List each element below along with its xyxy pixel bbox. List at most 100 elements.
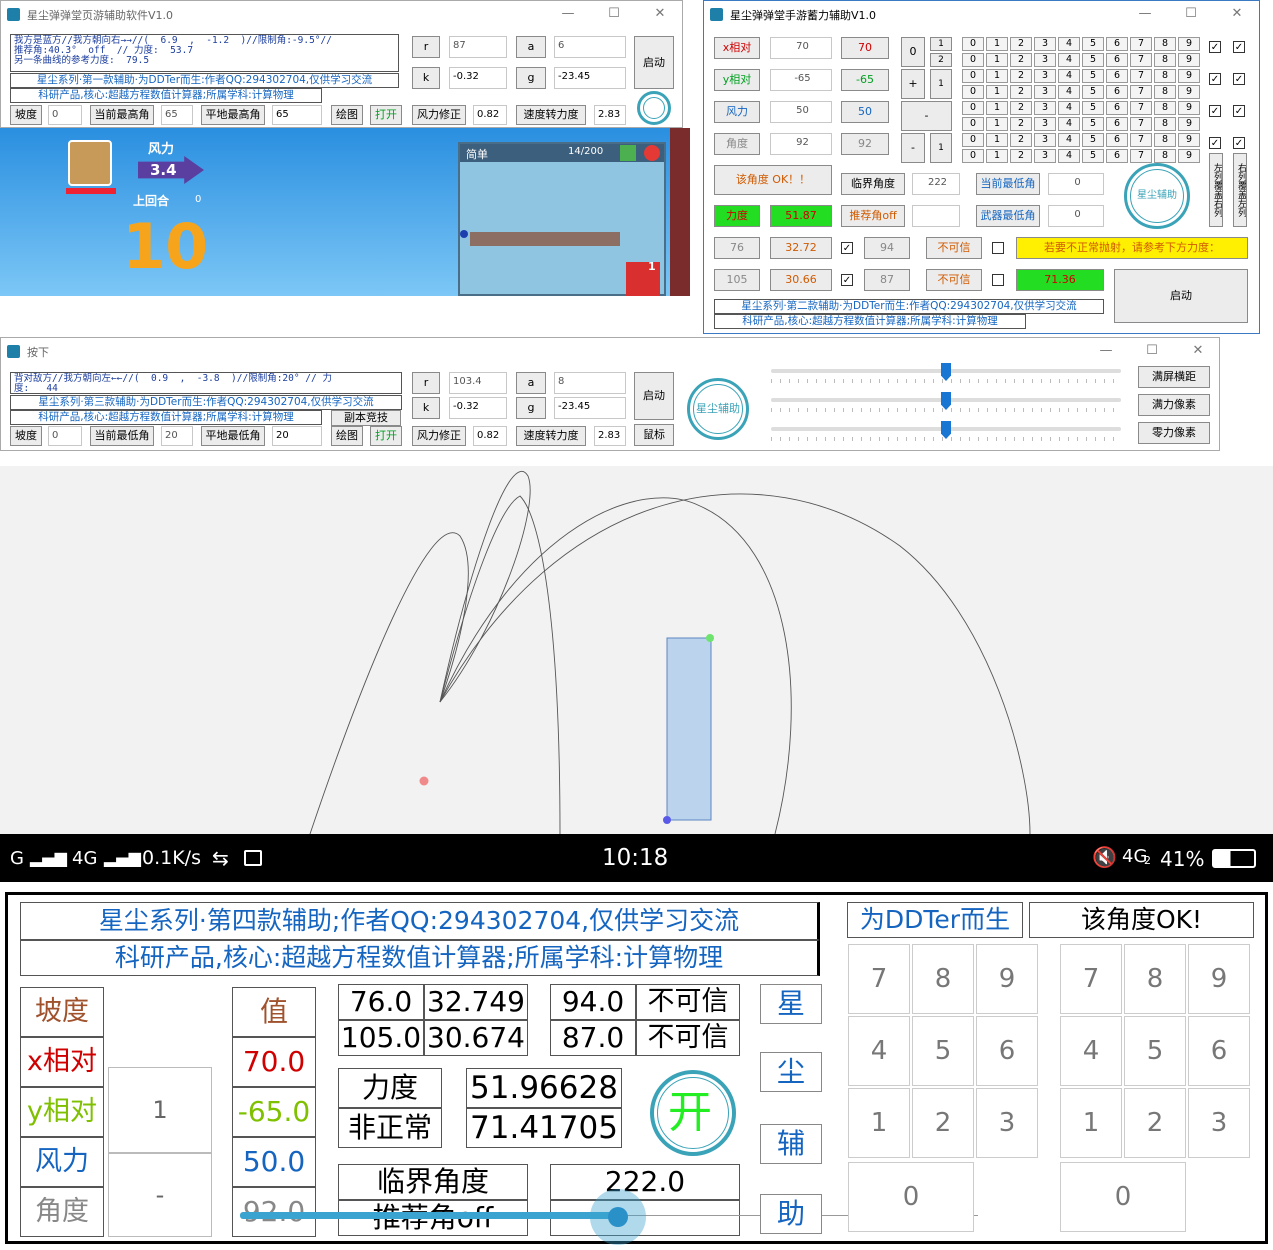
digit-button[interactable]: 9 bbox=[1178, 85, 1200, 99]
digit-button[interactable]: 6 bbox=[1106, 133, 1128, 147]
step-button[interactable]: 1 bbox=[108, 1067, 212, 1153]
keypad-zero[interactable]: 0 bbox=[848, 1162, 974, 1232]
minimize-icon[interactable]: — bbox=[1134, 5, 1156, 23]
recommend-angle-button[interactable]: 推荐角off bbox=[841, 205, 905, 227]
r-input[interactable]: 103.4 bbox=[449, 372, 507, 394]
digit-button[interactable]: 2 bbox=[1010, 117, 1032, 131]
digit-button[interactable]: 5 bbox=[1082, 101, 1104, 115]
x-input-1[interactable]: 70 bbox=[770, 37, 832, 59]
speed2force-input[interactable]: 2.83 bbox=[594, 426, 626, 446]
flat-min-input[interactable]: 20 bbox=[272, 426, 322, 446]
keypad-key[interactable]: 7 bbox=[1060, 944, 1122, 1014]
digit-button[interactable]: 3 bbox=[1034, 133, 1056, 147]
window-3-titlebar[interactable]: 按下 — ☐ ✕ bbox=[1, 338, 1219, 364]
keypad-zero[interactable]: 0 bbox=[1060, 1162, 1186, 1232]
digit-button[interactable]: 2 bbox=[1010, 133, 1032, 147]
digit-button[interactable]: 8 bbox=[1154, 133, 1176, 147]
window-1-titlebar[interactable]: 星尘弹弹堂页游辅助软件V1.0 — ☐ ✕ bbox=[1, 1, 682, 27]
digit-button[interactable]: 2 bbox=[1010, 53, 1032, 67]
keypad-key[interactable]: 6 bbox=[976, 1016, 1038, 1086]
full-force-button[interactable]: 满力像素 bbox=[1138, 394, 1210, 416]
checkbox-row-3[interactable]: ✓ bbox=[1209, 105, 1221, 117]
digit-button[interactable]: 8 bbox=[1154, 85, 1176, 99]
draw-button[interactable]: 绘图 bbox=[331, 426, 363, 446]
side-button-1[interactable]: 星 bbox=[760, 984, 822, 1024]
digit-button[interactable]: 2 bbox=[1010, 149, 1032, 163]
digit-button[interactable]: 9 bbox=[1178, 133, 1200, 147]
close-icon[interactable]: ✕ bbox=[1226, 5, 1248, 23]
checkbox-row-1b[interactable]: ✓ bbox=[1233, 41, 1245, 53]
checkbox-row-4b[interactable]: ✓ bbox=[1233, 137, 1245, 149]
digit-button[interactable]: 6 bbox=[1106, 69, 1128, 83]
speed2force-input[interactable]: 2.83 bbox=[594, 105, 626, 125]
zero-force-button[interactable]: 零力像素 bbox=[1138, 422, 1210, 444]
digit-button[interactable]: 0 bbox=[962, 149, 984, 163]
digit-button[interactable]: 0 bbox=[962, 133, 984, 147]
digit-button[interactable]: 3 bbox=[1034, 69, 1056, 83]
maximize-icon[interactable]: ☐ bbox=[1180, 5, 1202, 23]
pad-minus[interactable]: - bbox=[901, 101, 952, 131]
digit-button[interactable]: 4 bbox=[1058, 149, 1080, 163]
digit-button[interactable]: 9 bbox=[1178, 37, 1200, 51]
checkbox-row-2[interactable]: ✓ bbox=[1209, 73, 1221, 85]
pad-two[interactable]: 2 bbox=[930, 53, 952, 67]
keypad-key[interactable]: 2 bbox=[912, 1088, 974, 1158]
pad-plus[interactable]: + bbox=[901, 69, 925, 99]
a-input[interactable]: 8 bbox=[554, 372, 626, 394]
digit-button[interactable]: 2 bbox=[1010, 69, 1032, 83]
digit-button[interactable]: 0 bbox=[962, 53, 984, 67]
y-input-1[interactable]: -65 bbox=[770, 69, 832, 91]
digit-button[interactable]: 3 bbox=[1034, 85, 1056, 99]
pad-zero[interactable]: 0 bbox=[901, 37, 925, 67]
slope-input[interactable]: 0 bbox=[48, 426, 82, 446]
digit-button[interactable]: 9 bbox=[1178, 101, 1200, 115]
digit-button[interactable]: 5 bbox=[1082, 85, 1104, 99]
digit-button[interactable]: 6 bbox=[1106, 85, 1128, 99]
a-input[interactable]: 6 bbox=[554, 36, 626, 58]
g-input[interactable]: -23.45 bbox=[554, 397, 626, 419]
digit-button[interactable]: 5 bbox=[1082, 69, 1104, 83]
mouse-button[interactable]: 鼠标 bbox=[634, 424, 674, 446]
digit-button[interactable]: 4 bbox=[1058, 53, 1080, 67]
cur-min-value[interactable]: 0 bbox=[1048, 173, 1104, 195]
maximize-icon[interactable]: ☐ bbox=[603, 5, 625, 23]
copy-compete-button[interactable]: 副本竞技 bbox=[331, 410, 401, 426]
digit-button[interactable]: 0 bbox=[962, 37, 984, 51]
digit-button[interactable]: 8 bbox=[1154, 149, 1176, 163]
keypad-key[interactable]: 8 bbox=[1124, 944, 1186, 1014]
start-button[interactable]: 启动 bbox=[634, 36, 674, 89]
slope-input[interactable]: 0 bbox=[48, 105, 82, 125]
keypad-key[interactable]: 2 bbox=[1124, 1088, 1186, 1158]
digit-button[interactable]: 1 bbox=[986, 101, 1008, 115]
weapon-min-value[interactable]: 0 bbox=[1048, 205, 1104, 227]
pad-one-c[interactable]: 1 bbox=[930, 133, 952, 163]
digit-button[interactable]: 7 bbox=[1130, 37, 1152, 51]
window-2-titlebar[interactable]: 星尘弹弹堂手游蓄力辅助V1.0 — ☐ ✕ bbox=[704, 1, 1259, 27]
pad-one[interactable]: 1 bbox=[930, 37, 952, 51]
flat-max-input[interactable]: 65 bbox=[272, 105, 322, 125]
digit-button[interactable]: 7 bbox=[1130, 133, 1152, 147]
digit-button[interactable]: 9 bbox=[1178, 53, 1200, 67]
checkbox-row-3b[interactable]: ✓ bbox=[1233, 105, 1245, 117]
trajectory-canvas[interactable] bbox=[0, 466, 1273, 834]
digit-button[interactable]: 8 bbox=[1154, 117, 1176, 131]
digit-button[interactable]: 1 bbox=[986, 149, 1008, 163]
checkbox-row-2b[interactable]: ✓ bbox=[1233, 73, 1245, 85]
keypad-key[interactable]: 5 bbox=[1124, 1016, 1186, 1086]
keypad-key[interactable]: 1 bbox=[848, 1088, 910, 1158]
digit-button[interactable]: 6 bbox=[1106, 117, 1128, 131]
digit-button[interactable]: 8 bbox=[1154, 53, 1176, 67]
keypad-key[interactable]: 3 bbox=[976, 1088, 1038, 1158]
digit-button[interactable]: 7 bbox=[1130, 85, 1152, 99]
digit-button[interactable]: 5 bbox=[1082, 133, 1104, 147]
keypad-key[interactable]: 6 bbox=[1188, 1016, 1250, 1086]
digit-button[interactable]: 1 bbox=[986, 117, 1008, 131]
settings-icon[interactable] bbox=[620, 145, 636, 161]
result-1-check[interactable]: ✓ bbox=[841, 242, 853, 254]
digit-button[interactable]: 9 bbox=[1178, 117, 1200, 131]
digit-button[interactable]: 3 bbox=[1034, 37, 1056, 51]
digit-button[interactable]: 1 bbox=[986, 133, 1008, 147]
keypad-key[interactable]: 3 bbox=[1188, 1088, 1250, 1158]
digit-button[interactable]: 6 bbox=[1106, 37, 1128, 51]
keypad-key[interactable]: 9 bbox=[976, 944, 1038, 1014]
